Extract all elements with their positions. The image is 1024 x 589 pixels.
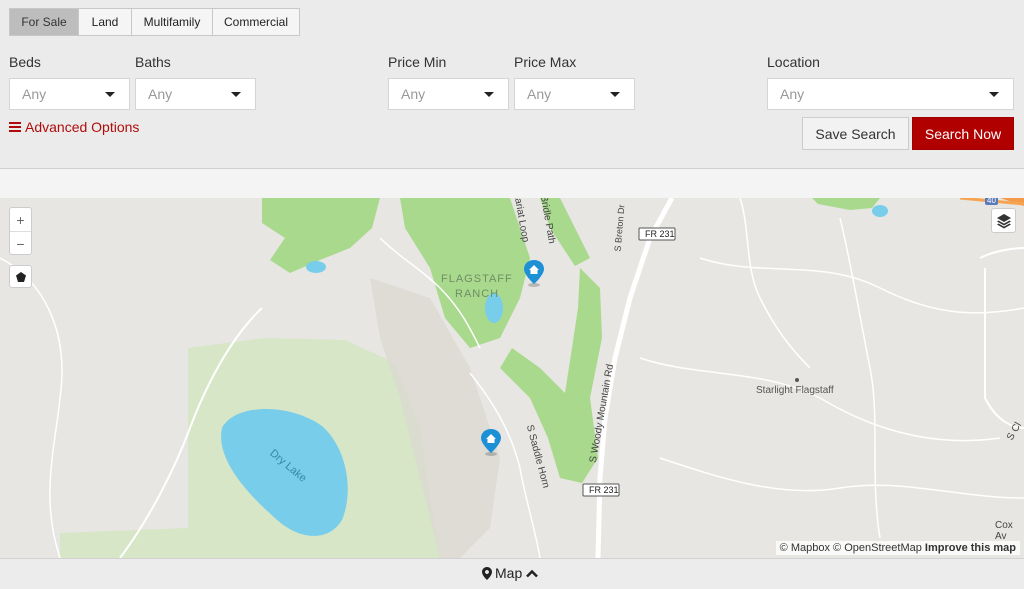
- map-label-cox: Cox Av: [995, 520, 1013, 542]
- osm-attribution-link[interactable]: © OpenStreetMap: [833, 542, 922, 554]
- advanced-options-label: Advanced Options: [25, 119, 140, 135]
- draw-polygon-button[interactable]: [9, 265, 32, 288]
- pond-east: [872, 205, 888, 217]
- tab-for-sale[interactable]: For Sale: [9, 8, 79, 36]
- map-marker-icon: [482, 566, 492, 580]
- highway-shield-40: 40: [985, 198, 998, 205]
- price-min-label: Price Min: [388, 54, 447, 70]
- layers-icon: [996, 213, 1011, 228]
- map-label-ranch: RANCH: [455, 288, 500, 300]
- price-min-select[interactable]: Any: [388, 78, 509, 110]
- home-pin-icon: [481, 429, 501, 456]
- menu-icon: [9, 120, 21, 134]
- pentagon-icon: [15, 271, 26, 282]
- map-label-fr231-top: FR 231: [645, 229, 675, 239]
- map-label-fr231-bottom: FR 231: [589, 485, 619, 495]
- search-now-button[interactable]: Search Now: [912, 117, 1014, 150]
- tab-land[interactable]: Land: [78, 8, 132, 36]
- layers-button[interactable]: [991, 208, 1016, 233]
- tab-multifamily[interactable]: Multifamily: [131, 8, 213, 36]
- caret-down-icon: [989, 92, 999, 97]
- save-search-button[interactable]: Save Search: [802, 117, 909, 150]
- listing-marker[interactable]: [479, 427, 503, 457]
- tab-commercial[interactable]: Commercial: [212, 8, 300, 36]
- location-select[interactable]: Any: [767, 78, 1014, 110]
- chevron-up-icon: [526, 569, 539, 577]
- pond-west: [306, 261, 326, 273]
- zoom-in-button[interactable]: +: [10, 208, 31, 232]
- golf-patch-east: [812, 198, 880, 210]
- baths-select[interactable]: Any: [135, 78, 256, 110]
- price-max-value: Any: [527, 86, 552, 102]
- location-value: Any: [780, 86, 805, 102]
- caret-down-icon: [231, 92, 241, 97]
- price-min-value: Any: [401, 86, 426, 102]
- mapbox-attribution-link[interactable]: © Mapbox: [780, 542, 830, 554]
- beds-select[interactable]: Any: [9, 78, 130, 110]
- map-footer-bar: Map: [0, 558, 1024, 589]
- beds-label: Beds: [9, 54, 41, 70]
- caret-down-icon: [484, 92, 494, 97]
- search-filter-panel: For Sale Land Multifamily Commercial Bed…: [0, 0, 1024, 169]
- map-canvas: [0, 198, 1024, 558]
- beds-value: Any: [22, 86, 47, 102]
- baths-label: Baths: [135, 54, 171, 70]
- map-toggle-button[interactable]: Map: [482, 565, 539, 581]
- price-max-label: Price Max: [514, 54, 577, 70]
- listing-type-tabs: For Sale Land Multifamily Commercial: [9, 8, 300, 36]
- zoom-control: + −: [9, 207, 32, 255]
- map-view[interactable]: FLAGSTAFF RANCH Dry Lake Starlight Flags…: [0, 198, 1024, 558]
- starlight-poi-dot: [795, 378, 799, 382]
- home-pin-icon: [524, 260, 544, 287]
- baths-value: Any: [148, 86, 173, 102]
- improve-map-link[interactable]: Improve this map: [925, 542, 1016, 554]
- caret-down-icon: [610, 92, 620, 97]
- map-label-flagstaff: FLAGSTAFF: [441, 273, 513, 285]
- price-max-select[interactable]: Any: [514, 78, 635, 110]
- location-label: Location: [767, 54, 820, 70]
- golf-course-northwest: [262, 198, 380, 273]
- zoom-out-button[interactable]: −: [10, 232, 31, 255]
- listing-marker[interactable]: [522, 258, 546, 288]
- map-label-starlight: Starlight Flagstaff: [756, 385, 834, 396]
- caret-down-icon: [105, 92, 115, 97]
- map-attribution: © Mapbox © OpenStreetMap Improve this ma…: [775, 541, 1020, 555]
- map-toggle-label: Map: [495, 565, 523, 581]
- advanced-options-link[interactable]: Advanced Options: [9, 119, 139, 135]
